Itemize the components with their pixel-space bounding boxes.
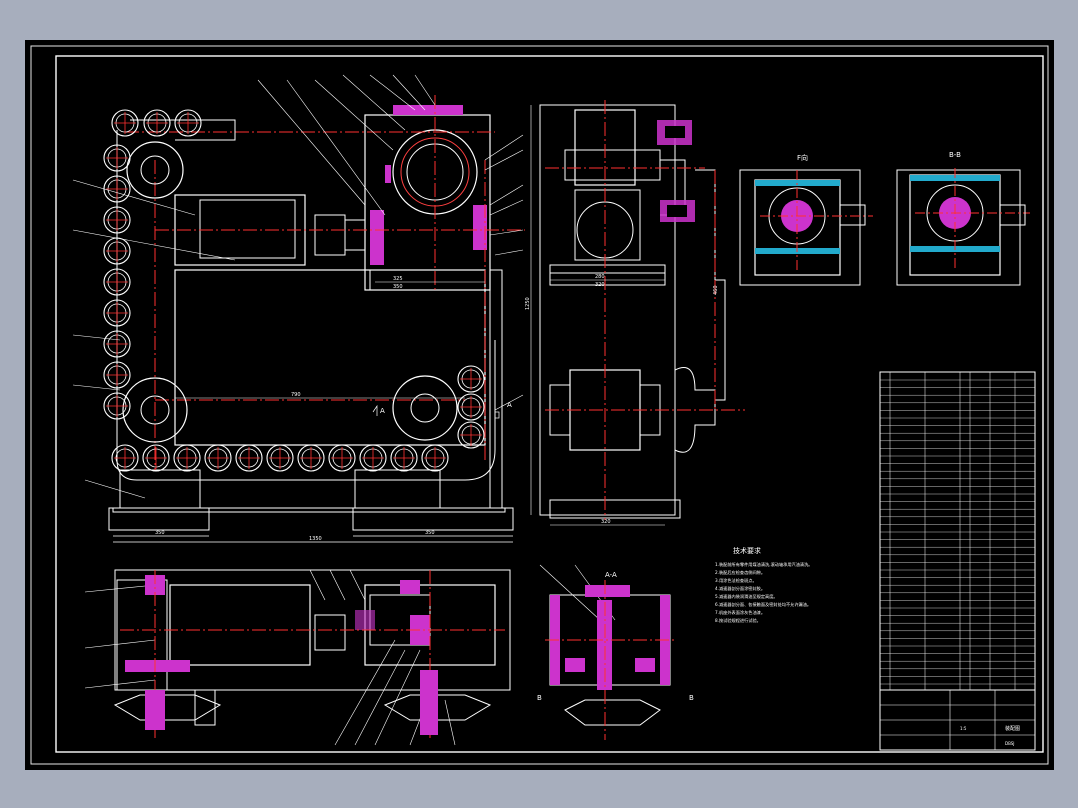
- chain-roller: [103, 237, 131, 265]
- chain-roller: [143, 109, 171, 137]
- svg-text:7.机座外表面涂灰色油漆。: 7.机座外表面涂灰色油漆。: [715, 609, 765, 616]
- svg-text:350: 350: [155, 530, 165, 536]
- svg-text:325: 325: [393, 276, 403, 282]
- svg-text:F向: F向: [797, 153, 808, 162]
- title-block: 装配图 DBSJ 1:5: [879, 689, 1036, 751]
- b-b-view: B-B: [896, 151, 1030, 286]
- drawing-sheet: 350 350 1350 790 325 350 A A 320 280 320…: [25, 40, 1054, 770]
- chain-roller: [328, 444, 356, 472]
- chain-roller: [390, 444, 418, 472]
- leader-line: [349, 569, 366, 601]
- f-view: F向: [739, 153, 873, 286]
- chain-roller: [103, 361, 131, 389]
- chain-roller: [103, 144, 131, 172]
- chain-roller: [103, 268, 131, 296]
- chain-roller: [457, 421, 485, 449]
- svg-text:B: B: [689, 694, 694, 702]
- chain-roller: [297, 444, 325, 472]
- svg-text:A-A: A-A: [605, 571, 617, 579]
- leader-line: [392, 74, 426, 111]
- leader-line: [494, 249, 524, 256]
- chain-roller: [174, 109, 202, 137]
- svg-text:3.用涂色法检查斑点。: 3.用涂色法检查斑点。: [715, 577, 757, 584]
- chain-roller: [204, 444, 232, 472]
- chain-roller: [173, 444, 201, 472]
- leader-line: [329, 569, 346, 601]
- parts-list: [879, 371, 1036, 691]
- svg-text:320: 320: [601, 519, 611, 525]
- chain-roller: [457, 365, 485, 393]
- svg-text:DBSJ: DBSJ: [1005, 741, 1014, 746]
- chain-roller: [103, 392, 131, 420]
- leader-line: [309, 569, 326, 601]
- svg-text:280: 280: [595, 274, 605, 280]
- top-view: [113, 569, 511, 740]
- leader-line: [257, 79, 366, 206]
- leader-line: [484, 149, 524, 171]
- svg-text:B: B: [537, 694, 542, 702]
- svg-text:6.减速器剖分面、各接触面及密封处均不允许漏油。: 6.减速器剖分面、各接触面及密封处均不允许漏油。: [715, 601, 811, 608]
- svg-text:460: 460: [713, 285, 719, 295]
- leader-line: [72, 179, 196, 216]
- svg-text:5.减速器内装润滑油至规定高度。: 5.减速器内装润滑油至规定高度。: [715, 593, 778, 600]
- chain-roller: [103, 206, 131, 234]
- chain-roller: [235, 444, 263, 472]
- leader-line: [342, 74, 406, 131]
- technical-requirements: 技术要求 1.装配前所有零件用煤油清洗,滚动轴承用汽油清洗。 2.装配后应检查齿…: [715, 546, 812, 624]
- svg-text:790: 790: [291, 392, 301, 398]
- svg-text:1250: 1250: [525, 297, 531, 310]
- svg-text:2.装配后应检查齿侧间隙。: 2.装配后应检查齿侧间隙。: [715, 569, 765, 576]
- chain-roller: [359, 444, 387, 472]
- chain-roller: [111, 109, 139, 137]
- leader-line: [84, 584, 156, 593]
- svg-text:B-B: B-B: [949, 151, 961, 159]
- leader-line: [444, 699, 456, 746]
- svg-text:A: A: [380, 407, 385, 415]
- svg-text:技术要求: 技术要求: [733, 546, 761, 555]
- svg-text:8.按试验规程进行试验。: 8.按试验规程进行试验。: [715, 617, 761, 624]
- svg-text:4.减速器剖分面涂密封胶。: 4.减速器剖分面涂密封胶。: [715, 585, 765, 592]
- leader-line: [84, 639, 156, 649]
- leader-line: [84, 679, 156, 689]
- svg-text:320: 320: [595, 282, 605, 288]
- leader-line: [489, 229, 524, 236]
- leader-line: [484, 134, 524, 161]
- leader-line: [414, 74, 436, 106]
- a-a-section: A-A B B: [537, 571, 694, 740]
- svg-text:装配图: 装配图: [1005, 725, 1020, 732]
- svg-text:350: 350: [393, 284, 403, 290]
- assembly-drawing: 350 350 1350 790 325 350 A A 320 280 320…: [30, 45, 1049, 765]
- chain-roller: [266, 444, 294, 472]
- leader-line: [84, 479, 146, 499]
- chain-roller: [103, 330, 131, 358]
- side-view: 320 280 320 1250 460: [525, 100, 745, 526]
- cad-viewport[interactable]: 350 350 1350 790 325 350 A A 320 280 320…: [0, 0, 1078, 808]
- chain-roller: [103, 175, 131, 203]
- leader-line: [72, 229, 236, 261]
- chain-roller: [111, 444, 139, 472]
- svg-text:1.装配前所有零件用煤油清洗,滚动轴承用汽油清洗。: 1.装配前所有零件用煤油清洗,滚动轴承用汽油清洗。: [715, 561, 812, 568]
- part-leaders: [72, 74, 616, 746]
- chain-roller: [142, 444, 170, 472]
- svg-text:1350: 1350: [309, 536, 322, 542]
- chain-roller: [421, 444, 449, 472]
- chain-roller: [103, 299, 131, 327]
- front-dimensions: 350 350 1350 790 325 350 A A: [113, 276, 513, 543]
- svg-text:1:5: 1:5: [960, 726, 967, 731]
- svg-text:350: 350: [425, 530, 435, 536]
